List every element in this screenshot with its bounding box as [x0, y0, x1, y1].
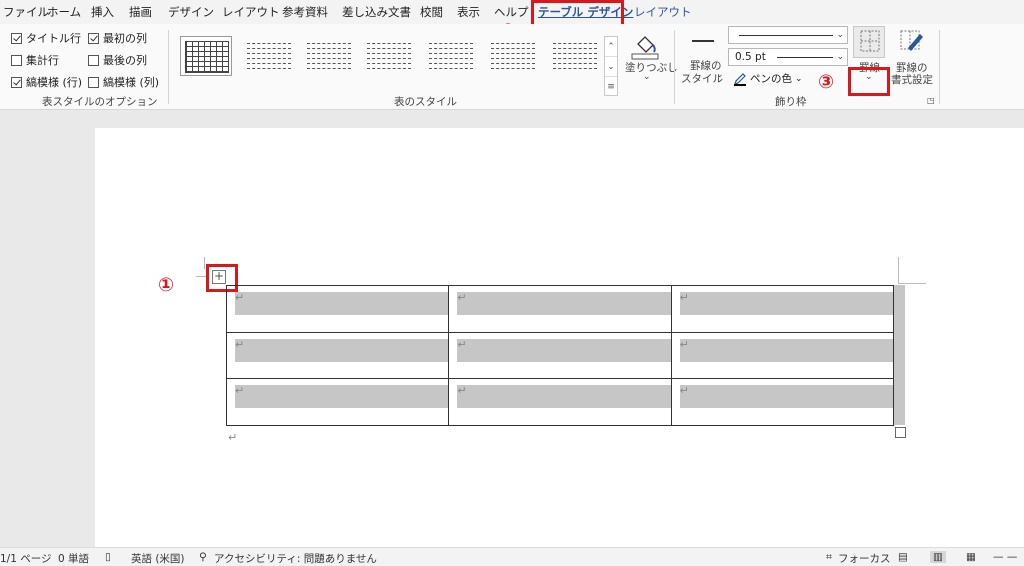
- table-cell[interactable]: ↵: [448, 331, 672, 380]
- banded-columns-checkbox[interactable]: 縞模様 (列): [88, 74, 159, 90]
- checkbox-unchecked-icon: [88, 54, 99, 66]
- table-cell[interactable]: ↵: [448, 378, 672, 426]
- web-layout-icon[interactable]: ▦: [966, 551, 976, 563]
- chevron-down-icon: ⌄: [836, 30, 844, 40]
- tab-mailings[interactable]: 差し込み文書: [342, 4, 411, 20]
- checkbox-checked-icon: [11, 32, 22, 44]
- table-cell[interactable]: ↵: [448, 285, 672, 333]
- table-row: ↵ ↵ ↵: [225, 285, 895, 333]
- group-divider: [168, 30, 169, 104]
- style-options-group-label: 表スタイルのオプション: [42, 96, 158, 108]
- borders-group-label: 飾り枠: [775, 96, 807, 108]
- margin-guide: [898, 283, 926, 284]
- shading-label[interactable]: 塗りつぶし: [625, 60, 678, 75]
- step-3-marker: ③: [818, 71, 835, 93]
- dialog-launcher-icon[interactable]: ◳: [927, 96, 935, 105]
- chevron-down-icon[interactable]: ⌄: [716, 70, 724, 80]
- first-column-checkbox[interactable]: 最初の列: [88, 30, 147, 46]
- accessibility-icon[interactable]: ⚲: [199, 551, 207, 563]
- paint-bucket-icon: [631, 36, 659, 60]
- tab-table-layout[interactable]: レイアウト: [634, 4, 692, 20]
- last-column-checkbox[interactable]: 最後の列: [88, 52, 147, 68]
- borders-button[interactable]: [853, 26, 885, 58]
- page-count[interactable]: 1/1 ページ: [0, 551, 52, 566]
- chevron-up-icon[interactable]: ⌃: [605, 37, 617, 57]
- table-end-of-row-shading: [893, 285, 905, 425]
- border-painter-label-2[interactable]: 書式設定: [891, 72, 933, 87]
- checkbox-checked-icon: [11, 76, 22, 88]
- print-layout-icon[interactable]: ▥: [930, 551, 946, 563]
- borders-icon: [860, 30, 880, 52]
- table-cell[interactable]: ↵: [225, 285, 450, 333]
- pen-icon: [734, 72, 746, 86]
- book-icon[interactable]: ▯: [105, 551, 111, 563]
- table-cell[interactable]: ↵: [670, 378, 895, 426]
- zoom-slider[interactable]: — —: [993, 551, 1017, 563]
- shading-button[interactable]: [628, 30, 662, 60]
- table-style-6[interactable]: [486, 38, 538, 78]
- paragraph-mark: ↵: [228, 431, 238, 444]
- tab-review[interactable]: 校閲: [420, 4, 443, 20]
- checkbox-checked-icon: [88, 32, 99, 44]
- chevron-down-icon: ⌄: [836, 52, 844, 62]
- read-mode-icon[interactable]: ▤: [898, 551, 908, 563]
- tab-file[interactable]: ファイル: [3, 4, 49, 20]
- gallery-more-icon[interactable]: ≡: [605, 77, 617, 97]
- tab-draw[interactable]: 描画: [129, 4, 152, 20]
- chevron-down-icon[interactable]: ⌄: [643, 72, 651, 82]
- focus-mode[interactable]: フォーカス: [838, 551, 891, 566]
- pen-color-button[interactable]: ペンの色 ⌄: [733, 71, 803, 86]
- step-1-marker: ①: [158, 274, 175, 296]
- chevron-down-icon: ⌄: [795, 73, 803, 84]
- tab-insert[interactable]: 挿入: [91, 4, 114, 20]
- table-style-3[interactable]: [302, 38, 354, 78]
- title-row-checkbox[interactable]: タイトル行: [11, 30, 81, 46]
- accessibility-status[interactable]: アクセシビリティ: 問題ありません: [214, 551, 377, 566]
- table-style-grid[interactable]: [180, 36, 232, 76]
- table-cell[interactable]: ↵: [225, 331, 450, 380]
- banded-rows-checkbox[interactable]: 縞模様 (行): [11, 74, 82, 90]
- tab-references[interactable]: 参考資料: [282, 4, 328, 20]
- tab-design[interactable]: デザイン: [168, 4, 214, 20]
- word-count[interactable]: 0 単語: [58, 551, 89, 566]
- line-weight-dropdown[interactable]: 0.5 pt ⌄: [728, 48, 848, 66]
- total-row-checkbox[interactable]: 集計行: [11, 52, 59, 68]
- group-divider: [674, 30, 675, 104]
- language-status[interactable]: 英語 (米国): [131, 551, 185, 566]
- highlight-borders-dropdown: [848, 67, 890, 96]
- highlight-table-design-tab: [531, 0, 624, 27]
- table-cell[interactable]: ↵: [670, 331, 895, 380]
- table-style-7[interactable]: [548, 38, 600, 78]
- tab-home[interactable]: ホーム: [47, 4, 81, 20]
- chevron-down-icon[interactable]: ⌄: [605, 57, 617, 77]
- margin-guide: [204, 257, 205, 269]
- tab-view[interactable]: 表示: [457, 4, 480, 20]
- border-painter-icon: [900, 30, 923, 51]
- margin-guide: [898, 257, 899, 284]
- tab-help[interactable]: ヘルプ: [494, 4, 529, 20]
- table-style-4[interactable]: [362, 38, 414, 78]
- checkbox-unchecked-icon: [88, 76, 99, 88]
- tab-layout[interactable]: レイアウト: [222, 4, 280, 20]
- line-style-dropdown[interactable]: ⌄: [728, 26, 848, 44]
- table-resize-handle[interactable]: [895, 427, 906, 438]
- document-table[interactable]: ↵ ↵ ↵ ↵ ↵ ↵ ↵ ↵ ↵: [225, 285, 895, 426]
- table-style-5[interactable]: [424, 38, 476, 78]
- border-style-line-icon: [692, 40, 714, 42]
- table-styles-group-label: 表のスタイル: [394, 96, 457, 108]
- border-painter-button[interactable]: [898, 26, 926, 56]
- table-row: ↵ ↵ ↵: [225, 331, 895, 380]
- status-bar: 1/1 ページ 0 単語 ▯ 英語 (米国) ⚲ アクセシビリティ: 問題ありま…: [0, 547, 1024, 566]
- table-cell[interactable]: ↵: [670, 285, 895, 333]
- table-row: ↵ ↵ ↵: [225, 378, 895, 426]
- table-style-2[interactable]: [242, 38, 294, 78]
- style-gallery-scroller[interactable]: ⌃ ⌄ ≡: [604, 36, 618, 96]
- focus-icon[interactable]: ⌗: [826, 551, 832, 564]
- table-cell[interactable]: ↵: [225, 378, 450, 426]
- checkbox-unchecked-icon: [11, 54, 22, 66]
- group-divider: [939, 30, 940, 104]
